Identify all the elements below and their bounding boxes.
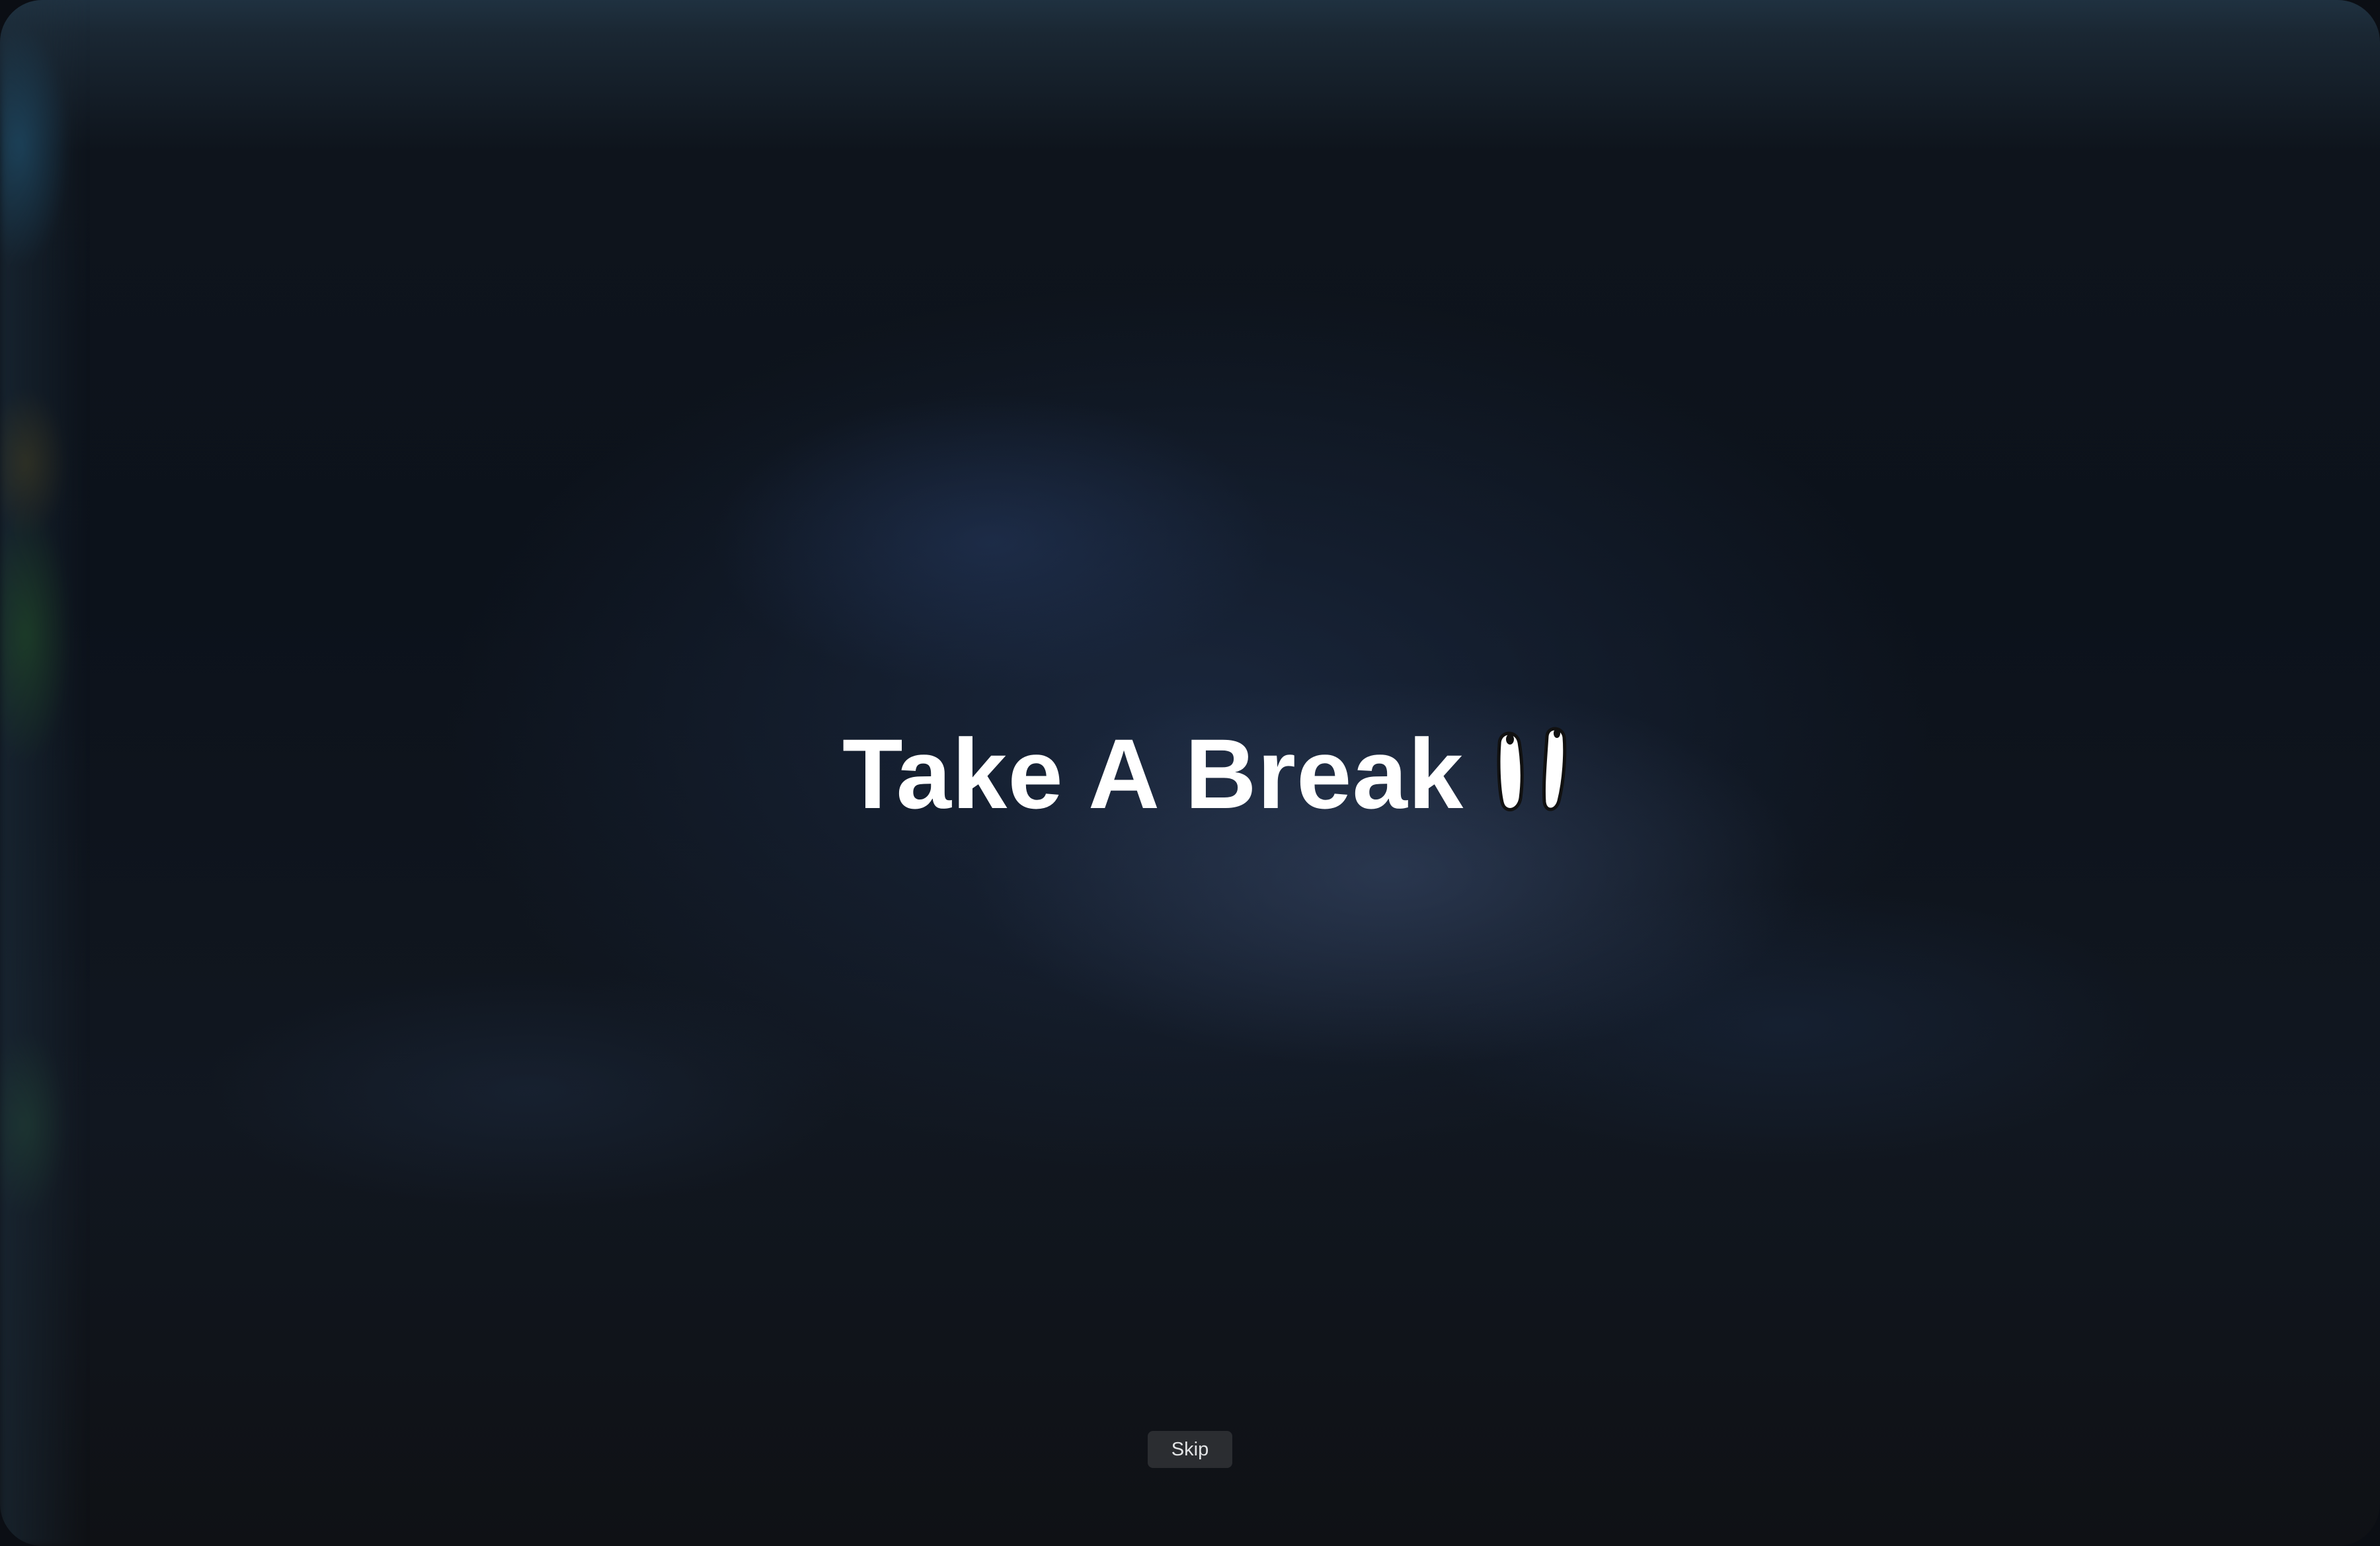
footprints-icon: [1497, 727, 1567, 811]
break-title: Take A Break: [842, 718, 1464, 829]
blurred-background: [0, 0, 86, 1546]
skip-button[interactable]: Skip: [1148, 1431, 1232, 1468]
break-headline: Take A Break: [842, 714, 1584, 833]
break-overlay: Take A Break Skip: [0, 0, 2380, 1546]
